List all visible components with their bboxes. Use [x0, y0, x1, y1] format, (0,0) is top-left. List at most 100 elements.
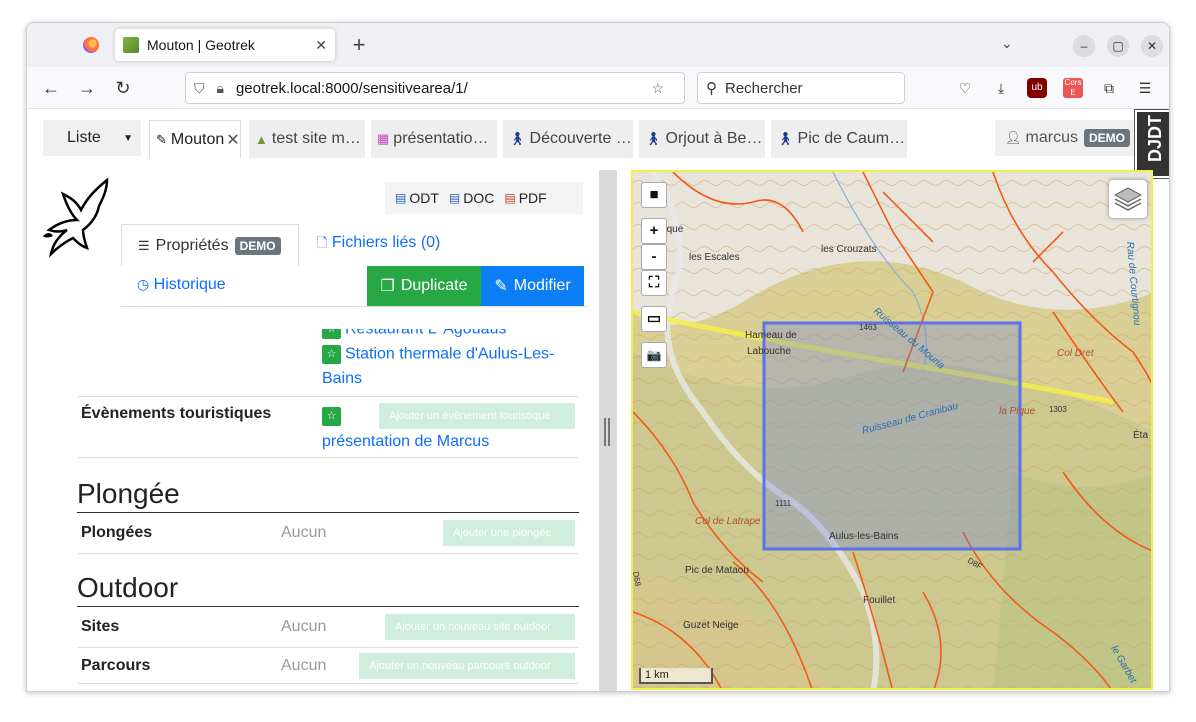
properties-badge: DEMO [234, 236, 281, 255]
user-name: marcus [1025, 129, 1078, 146]
maximize-icon[interactable]: ▢ [1107, 35, 1129, 57]
map-label: Aulus-les-Bains [829, 531, 898, 542]
tab-decouverte[interactable]: 🚶︎ Découverte … [503, 120, 633, 158]
lock-icon[interactable]: 🔒︎ [217, 80, 224, 97]
tab-orjout[interactable]: 🚶︎ Orjout à Be… [639, 120, 765, 158]
tab-strip: Mouton | Geotrek ✕ + ⌄ – ▢ ✕ [27, 23, 1169, 67]
modify-label: Modifier [513, 277, 571, 294]
row-value: Aucun [281, 618, 327, 635]
search-box[interactable]: ⚲ Rechercher [697, 72, 905, 104]
tab-mouton[interactable]: ✎ Mouton ✕ [149, 120, 241, 158]
screenshot-button[interactable]: 📷 [641, 342, 667, 368]
tab-presentation[interactable]: ▦ présentatio… [371, 120, 497, 158]
event-icon: ☆ [322, 407, 341, 426]
list-button-label: Liste [67, 129, 101, 146]
tab-label: Mouton [170, 130, 225, 148]
tab-label: présentatio… [393, 130, 489, 147]
layers-button[interactable] [1109, 180, 1147, 218]
linked-item-station-cont[interactable]: Bains [322, 370, 362, 388]
extensions-icon[interactable]: ⧉ [1099, 78, 1119, 98]
fullscreen-button[interactable]: ⛶ [641, 270, 667, 296]
tab-files[interactable]: 🗋 Fichiers liés (0) [317, 234, 440, 256]
modify-button[interactable]: ✎ Modifier [481, 266, 584, 306]
tab-properties[interactable]: ☰ Propriétés DEMO [121, 224, 299, 266]
zoom-in-button[interactable]: + [641, 218, 667, 244]
cors-extension-icon[interactable]: Cors E [1063, 78, 1083, 98]
odt-export-button[interactable]: ▤ ODT [395, 190, 439, 206]
reload-icon[interactable]: ↻ [111, 76, 135, 100]
file-icon: 🗋 [317, 235, 328, 250]
layers-icon [1113, 187, 1143, 211]
pocket-icon[interactable]: ♡ [955, 78, 975, 98]
add-event-button[interactable]: Ajouter un évènement touristique [379, 403, 575, 429]
tab-pic-de-caum[interactable]: 🚶︎ Pic de Caum… [771, 120, 907, 158]
tab-history-label: Historique [153, 276, 226, 293]
user-icon: 👤︎ [1005, 130, 1022, 145]
map-label: 1463 [859, 323, 877, 332]
measure-button[interactable]: ▭ [641, 306, 667, 332]
resize-grip-icon[interactable] [604, 418, 610, 446]
duplicate-button[interactable]: ❐ Duplicate [367, 266, 481, 306]
map-label: Guzet Neige [683, 620, 739, 631]
clock-icon: ◷ [137, 276, 150, 292]
caret-down-icon[interactable]: ▼ [123, 133, 133, 144]
panel-resizer[interactable] [599, 170, 617, 691]
doc-label: DOC [463, 190, 495, 206]
pdf-icon: ▤ [504, 191, 516, 205]
user-menu[interactable]: 👤︎ marcus DEMO [995, 120, 1135, 156]
linked-item-station[interactable]: ☆ Station thermale d'Aulus-Les- [322, 345, 554, 364]
row-value: Aucun [281, 524, 327, 541]
event-item-link[interactable]: présentation de Marcus [322, 433, 489, 451]
close-tab-icon[interactable]: ✕ [315, 37, 327, 54]
row-label: Parcours [81, 657, 151, 674]
list-tabs-chevron-icon[interactable]: ⌄ [1001, 35, 1013, 52]
odt-label: ODT [409, 190, 439, 206]
map-label: Fouillet [863, 595, 895, 606]
odt-icon: ▤ [395, 191, 407, 205]
map-label: Éta [1133, 428, 1148, 441]
draw-rectangle-button[interactable]: ■ [641, 182, 667, 208]
list-button[interactable]: Liste ▼ [43, 120, 141, 156]
back-icon[interactable]: ← [39, 76, 63, 100]
map-view[interactable]: Saglaque les Escales les Crouzats Hameau… [631, 170, 1153, 690]
ublock-icon[interactable]: ub [1027, 78, 1047, 98]
browser-tab-active[interactable]: Mouton | Geotrek ✕ [115, 29, 335, 61]
doc-export-button[interactable]: ▤ DOC [449, 190, 494, 206]
linked-item-label: Bains [322, 370, 363, 387]
bookmark-star-icon[interactable]: ☆ [651, 80, 664, 97]
copy-icon: ❐ [380, 278, 395, 295]
django-debug-toolbar-handle[interactable]: DJDT [1134, 109, 1169, 179]
hiker-icon: 🚶︎ [777, 131, 794, 146]
tab-label: Découverte … [529, 130, 632, 147]
tab-test-site[interactable]: ▲ test site m… [249, 120, 365, 158]
pdf-export-button[interactable]: ▤ PDF [504, 190, 546, 206]
linked-item-restaurant[interactable]: ☆ Restaurant L' Agouaûs [322, 329, 506, 339]
page: Liste ▼ ✎ Mouton ✕ ▲ test site m… ▦ prés… [27, 109, 1169, 691]
minimize-icon[interactable]: – [1073, 35, 1095, 57]
hiker-icon: 🚶︎ [645, 131, 662, 146]
doc-icon: ▤ [448, 191, 461, 205]
detail-panel: ▤ ODT ▤ DOC ▤ PDF ☰ Propriétés DEMO 🗋 Fichi… [27, 170, 599, 691]
tab-properties-label: Propriétés [155, 236, 229, 254]
new-tab-button[interactable]: + [345, 31, 373, 59]
firefox-view-tab[interactable] [71, 29, 111, 61]
shield-icon[interactable]: ⛉ [194, 80, 205, 97]
add-parcours-button[interactable]: Ajouter un nouveau parcours outdoor [359, 653, 575, 679]
add-site-button[interactable]: Ajouter un nouveau site outdoor [385, 614, 575, 640]
menu-icon[interactable]: ☰ [1135, 78, 1155, 98]
close-tab-icon[interactable]: ✕ [226, 130, 239, 150]
add-plongee-button[interactable]: Ajouter une plongée [443, 520, 575, 546]
zoom-out-button[interactable]: - [641, 244, 667, 270]
url-bar[interactable]: ⛉ 🔒︎ geotrek.local:8000/sensitivearea/1/… [185, 72, 685, 104]
forward-icon[interactable]: → [75, 76, 99, 100]
tab-label: Orjout à Be… [665, 130, 763, 147]
download-icon[interactable]: ⤓ [991, 78, 1011, 98]
geotrek-favicon-icon [123, 37, 139, 53]
map-tiles[interactable]: Saglaque les Escales les Crouzats Hameau… [633, 172, 1153, 690]
tab-history[interactable]: ◷ Historique [137, 276, 226, 294]
feather-icon: ✎ [156, 131, 167, 147]
app-tabs: Liste ▼ ✎ Mouton ✕ ▲ test site m… ▦ prés… [27, 109, 1169, 179]
user-badge: DEMO [1083, 129, 1130, 147]
close-window-icon[interactable]: ✕ [1141, 35, 1163, 57]
linked-item-label: Station thermale d'Aulus-Les- [345, 345, 555, 363]
